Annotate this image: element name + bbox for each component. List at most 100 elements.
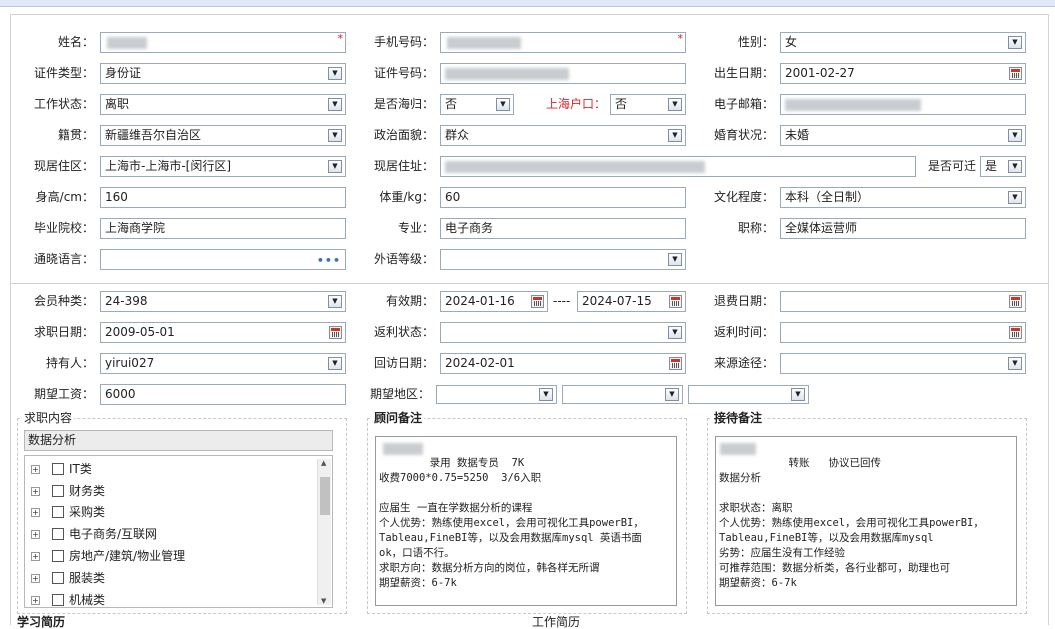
height-input[interactable]: 160 (100, 187, 346, 208)
chevron-down-icon[interactable]: ▼ (791, 388, 805, 401)
rebate-status-select[interactable]: ▼ (440, 322, 686, 343)
major-input[interactable]: 电子商务 (440, 218, 686, 239)
name-input[interactable]: * (100, 32, 346, 53)
chevron-down-icon[interactable]: ▼ (328, 295, 342, 308)
language-input[interactable]: ••• (100, 249, 346, 270)
chevron-down-icon[interactable]: ▼ (668, 129, 682, 142)
scrollbar-thumb[interactable] (320, 477, 330, 515)
expand-icon[interactable]: + (31, 508, 40, 517)
checkbox[interactable] (52, 463, 64, 475)
region-province-select[interactable]: ▼ (436, 385, 557, 404)
foreign-select[interactable]: ▼ (440, 249, 686, 270)
advisor-note-textarea[interactable]: 录用 数据专员 7K 收费7000*0.75=5250 3/6入职 应届生 一直… (375, 436, 677, 606)
job-search-input[interactable]: 数据分析 (24, 430, 333, 451)
more-options-icon[interactable]: ••• (317, 251, 341, 269)
chevron-down-icon[interactable]: ▼ (328, 129, 342, 142)
chevron-down-icon[interactable]: ▼ (539, 388, 553, 401)
reception-note-textarea[interactable]: 转账 协议已回传 数据分析 求职状态：离职 个人优势：熟练使用excel，会用可… (715, 436, 1017, 606)
chevron-down-icon[interactable]: ▼ (668, 253, 682, 266)
weight-input[interactable]: 60 (440, 187, 686, 208)
residence-select[interactable]: 上海市-上海市-[闵行区] ▼ (100, 156, 346, 177)
salary-input[interactable]: 6000 (100, 384, 346, 405)
political-select[interactable]: 群众 ▼ (440, 125, 686, 146)
calendar-icon[interactable] (1009, 67, 1022, 80)
calendar-icon[interactable] (1009, 326, 1022, 339)
gender-select[interactable]: 女 ▼ (780, 32, 1026, 53)
source-select[interactable]: ▼ (780, 353, 1026, 374)
checkbox[interactable] (52, 594, 64, 606)
marital-label: 婚育状况： (713, 128, 774, 142)
returnee-select[interactable]: 否 ▼ (440, 94, 514, 115)
title-input[interactable]: 全媒体运营师 (780, 218, 1026, 239)
relocate-select[interactable]: 是 ▼ (980, 156, 1026, 177)
section-divider (10, 283, 1049, 284)
idtype-select[interactable]: 身份证 ▼ (100, 63, 346, 84)
marital-select[interactable]: 未婚 ▼ (780, 125, 1026, 146)
rebate-time-input[interactable] (780, 322, 1026, 343)
region-district-select[interactable]: ▼ (688, 385, 809, 404)
phone-input[interactable]: * (440, 32, 686, 53)
visit-date-input[interactable]: 2024-02-01 (440, 353, 686, 374)
email-input[interactable] (780, 94, 1026, 115)
chevron-down-icon[interactable]: ▼ (668, 98, 682, 111)
checkbox[interactable] (52, 572, 64, 584)
education-select[interactable]: 本科（全日制） ▼ (780, 187, 1026, 208)
chevron-down-icon[interactable]: ▼ (668, 326, 682, 339)
chevron-down-icon[interactable]: ▼ (496, 98, 510, 111)
shhukou-select[interactable]: 否 ▼ (610, 94, 686, 115)
calendar-icon[interactable] (669, 357, 682, 370)
checkbox[interactable] (52, 550, 64, 562)
chevron-down-icon[interactable]: ▼ (328, 160, 342, 173)
valid-to-input[interactable]: 2024-07-15 (577, 291, 686, 312)
expand-icon[interactable]: + (31, 574, 40, 583)
advisor-note-title: 顾问备注 (372, 410, 425, 426)
expand-icon[interactable]: + (31, 552, 40, 561)
checkbox[interactable] (52, 528, 64, 540)
address-input[interactable] (440, 156, 916, 177)
chevron-down-icon[interactable]: ▼ (1008, 129, 1022, 142)
tree-scrollbar[interactable]: ▲ ▼ (317, 459, 331, 605)
chevron-down-icon[interactable]: ▼ (1008, 357, 1022, 370)
expand-icon[interactable]: + (31, 487, 40, 496)
calendar-icon[interactable] (329, 326, 342, 339)
tree-item-label: 财务类 (69, 484, 106, 498)
valid-from-input[interactable]: 2024-01-16 (440, 291, 548, 312)
expand-icon[interactable]: + (31, 465, 40, 474)
chevron-down-icon[interactable]: ▼ (328, 98, 342, 111)
chevron-down-icon[interactable]: ▼ (665, 388, 679, 401)
idno-input[interactable] (440, 63, 686, 84)
calendar-icon[interactable] (1009, 295, 1022, 308)
region-city-select[interactable]: ▼ (562, 385, 683, 404)
expand-icon[interactable]: + (31, 530, 40, 539)
member-type-select[interactable]: 24-398 ▼ (100, 291, 346, 312)
checkbox[interactable] (52, 506, 64, 518)
expand-icon[interactable]: + (31, 596, 40, 605)
scroll-up-icon[interactable]: ▲ (321, 459, 326, 467)
calendar-icon[interactable] (531, 295, 544, 308)
language-label: 通晓语言： (33, 252, 94, 266)
source-label: 来源途径： (713, 356, 774, 370)
scroll-down-icon[interactable]: ▼ (321, 597, 326, 605)
tree-item-label: 电子商务/互联网 (69, 527, 158, 541)
holder-select[interactable]: yirui027 ▼ (100, 353, 346, 374)
holder-label: 持有人： (45, 356, 94, 370)
refund-date-input[interactable] (780, 291, 1026, 312)
checkbox[interactable] (52, 485, 64, 497)
chevron-down-icon[interactable]: ▼ (1008, 36, 1022, 49)
region-label: 期望地区： (369, 387, 430, 401)
redacted-address (445, 161, 705, 173)
jobdate-label: 求职日期： (33, 325, 94, 339)
idtype-value: 身份证 (105, 66, 142, 80)
workstatus-select[interactable]: 离职 ▼ (100, 94, 346, 115)
chevron-down-icon[interactable]: ▼ (328, 357, 342, 370)
school-input[interactable]: 上海商学院 (100, 218, 346, 239)
salary-label: 期望工资： (33, 387, 94, 401)
birth-date-input[interactable]: 2001-02-27 (780, 63, 1026, 84)
native-select[interactable]: 新疆维吾尔自治区 ▼ (100, 125, 346, 146)
workstatus-value: 离职 (105, 97, 130, 111)
jobdate-input[interactable]: 2009-05-01 (100, 322, 346, 343)
calendar-icon[interactable] (669, 295, 682, 308)
chevron-down-icon[interactable]: ▼ (1008, 160, 1022, 173)
chevron-down-icon[interactable]: ▼ (1008, 191, 1022, 204)
chevron-down-icon[interactable]: ▼ (328, 67, 342, 80)
